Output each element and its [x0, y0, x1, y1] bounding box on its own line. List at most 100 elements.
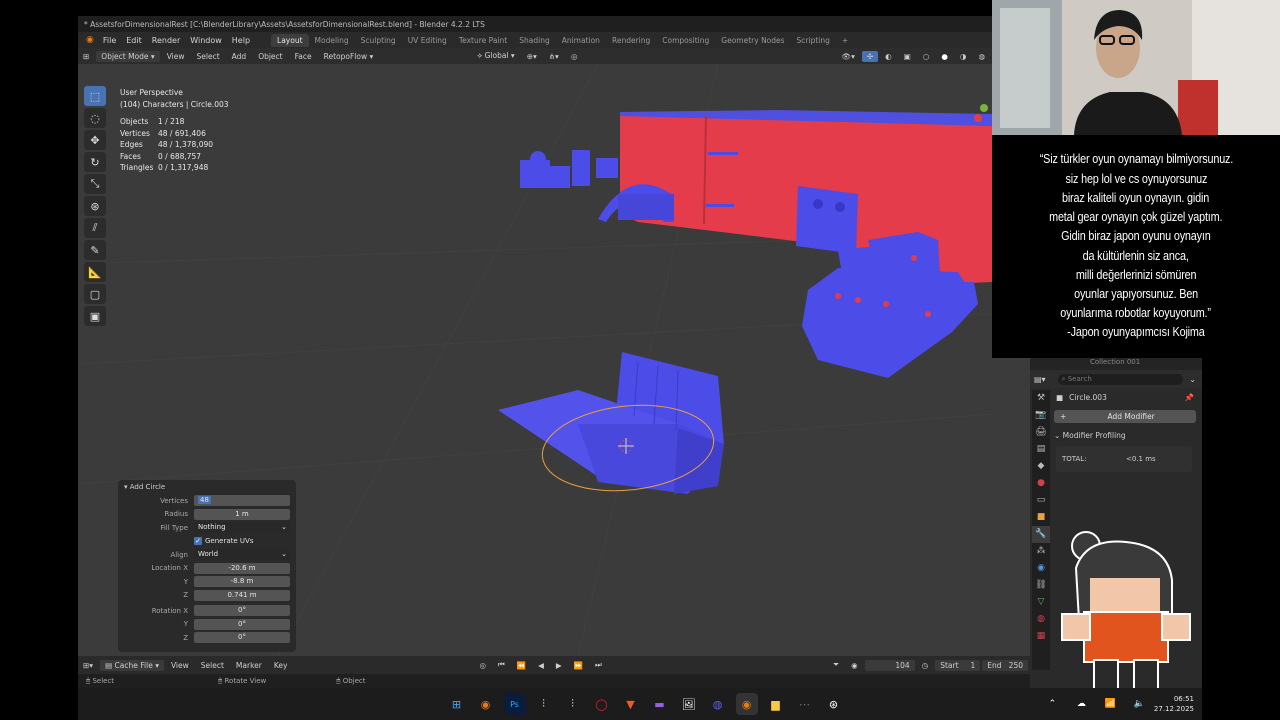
particles-tab-icon[interactable]: ⁂ [1032, 543, 1050, 560]
play-reverse-icon[interactable]: ◀ [533, 660, 549, 671]
vertices-field[interactable]: 48 [194, 495, 290, 507]
prev-key-icon[interactable]: ⏪ [512, 660, 531, 671]
tab-compositing[interactable]: Compositing [656, 34, 715, 47]
blender-logo-icon[interactable]: ◉ [82, 35, 98, 45]
add-cube-alt-icon[interactable]: ▣ [84, 306, 106, 326]
timeline-key[interactable]: Key [269, 660, 293, 671]
timeline-marker[interactable]: Marker [231, 660, 267, 671]
tab-scripting[interactable]: Scripting [791, 34, 836, 47]
object-tab-icon[interactable]: ■ [1032, 509, 1050, 526]
header-face[interactable]: Face [290, 51, 317, 62]
next-key-icon[interactable]: ⏩ [569, 660, 588, 671]
overlay-icon[interactable]: ◐ [880, 51, 897, 62]
blender-app-icon[interactable]: ◉ [475, 693, 497, 715]
modifier-profiling-header[interactable]: ⌄ Modifier Profiling [1054, 429, 1196, 442]
editor-type-icon[interactable]: ⊞ [78, 51, 94, 62]
scale-icon[interactable]: ⤡ [84, 174, 106, 194]
generate-uvs-checkbox[interactable]: ✓ Generate UVs [194, 537, 290, 546]
header-select[interactable]: Select [192, 51, 225, 62]
discord-app-icon[interactable]: ◍ [707, 693, 729, 715]
add-cube-icon[interactable]: ▢ [84, 284, 106, 304]
autokey-icon[interactable]: ◉ [846, 660, 863, 671]
nav-gizmo-y-icon[interactable] [980, 104, 988, 112]
nav-gizmo-x-icon[interactable] [974, 114, 982, 122]
menu-render[interactable]: Render [147, 36, 185, 45]
properties-editor-icon[interactable]: ▤▾ [1034, 375, 1046, 384]
properties-search-input[interactable]: ⌕ Search [1057, 373, 1184, 385]
render-tab-icon[interactable]: 📷 [1032, 407, 1050, 424]
tab-rendering[interactable]: Rendering [606, 34, 656, 47]
jump-start-icon[interactable]: ⏮ [493, 659, 510, 671]
measure-icon[interactable]: 📐 [84, 262, 106, 282]
play-icon[interactable]: ▶ [551, 660, 567, 671]
menu-edit[interactable]: Edit [121, 36, 147, 45]
tab-texture-paint[interactable]: Texture Paint [453, 34, 513, 47]
photoshop-app-icon[interactable]: Ps [503, 693, 526, 715]
menu-window[interactable]: Window [185, 36, 227, 45]
material-shading-icon[interactable]: ◑ [955, 51, 972, 62]
tab-geometry-nodes[interactable]: Geometry Nodes [715, 34, 790, 47]
solid-shading-icon[interactable]: ● [936, 51, 953, 62]
header-object[interactable]: Object [253, 51, 287, 62]
steam-app-icon[interactable]: ⊛ [823, 693, 845, 715]
pin-icon[interactable]: 📌 [1185, 393, 1202, 402]
selected-sofa-mesh[interactable] [498, 352, 724, 494]
constraints-tab-icon[interactable]: ⛓ [1032, 577, 1050, 594]
gizmo-icon[interactable]: ✣ [861, 50, 879, 62]
image-app-icon[interactable]: 🖼 [678, 693, 700, 715]
header-view[interactable]: View [162, 51, 190, 62]
add-workspace-button[interactable]: + [836, 34, 854, 47]
opera-app-icon[interactable]: ◯ [591, 693, 613, 715]
visibility-icon[interactable]: 👁▾ [837, 51, 860, 62]
record-icon[interactable]: ◎ [474, 660, 491, 671]
xray-icon[interactable]: ▣ [899, 51, 916, 62]
tab-layout[interactable]: Layout [271, 33, 309, 47]
tab-shading[interactable]: Shading [513, 34, 555, 47]
tray-chevron-icon[interactable]: ⌃ [1041, 693, 1063, 715]
location-y-field[interactable]: -8.8 m [194, 576, 290, 588]
menu-file[interactable]: File [98, 36, 121, 45]
jump-end-icon[interactable]: ⏭ [590, 659, 607, 671]
timeline-editor-icon[interactable]: ⊞▾ [78, 660, 98, 671]
volume-icon[interactable]: 🔈 [1128, 693, 1150, 715]
move-icon[interactable]: ✥ [84, 130, 106, 150]
radius-field[interactable]: 1 m [194, 508, 290, 520]
app-icon-1[interactable]: ⫶ [533, 693, 555, 715]
cache-file-select[interactable]: ▤ Cache File ▾ [100, 659, 164, 671]
operator-title[interactable]: ▾ Add Circle [118, 480, 296, 494]
menu-help[interactable]: Help [227, 36, 255, 45]
cursor-icon[interactable]: ◌ [84, 108, 106, 128]
pivot-icon[interactable]: ⊕▾ [522, 51, 542, 62]
draw-icon[interactable]: ✎ [84, 240, 106, 260]
add-modifier-button[interactable]: + Add Modifier [1054, 410, 1196, 423]
windows-start-icon[interactable]: ⊞ [446, 693, 468, 715]
header-retopoflow[interactable]: RetopoFlow ▾ [319, 51, 379, 62]
mode-select[interactable]: Object Mode ▾ [96, 50, 160, 62]
tab-modeling[interactable]: Modeling [309, 34, 355, 47]
file-explorer-icon[interactable]: ▆ [765, 693, 787, 715]
timeline-select[interactable]: Select [196, 660, 229, 671]
wireframe-shading-icon[interactable]: ○ [918, 51, 935, 62]
align-select[interactable]: World ⌄ [194, 549, 290, 561]
rotation-z-field[interactable]: 0° [194, 632, 290, 644]
timeline-view[interactable]: View [166, 660, 194, 671]
tool-tab-icon[interactable]: ⚒ [1032, 390, 1050, 407]
texture-tab-icon[interactable]: ▦ [1032, 628, 1050, 645]
start-frame-field[interactable]: Start 1 [935, 659, 981, 671]
furniture-cluster-mesh[interactable] [520, 150, 618, 188]
snap-icon[interactable]: ⋔▾ [544, 51, 564, 62]
header-add[interactable]: Add [227, 51, 252, 62]
door-panel-mesh[interactable] [796, 186, 858, 254]
transform-icon[interactable]: ⊛ [84, 196, 106, 216]
brave-app-icon[interactable]: ▼ [620, 693, 642, 715]
annotate-icon[interactable]: ⫽ [84, 218, 106, 238]
tab-sculpting[interactable]: Sculpting [355, 34, 402, 47]
current-frame-field[interactable]: 104 [864, 659, 915, 671]
output-tab-icon[interactable]: 🖨 [1032, 424, 1050, 441]
outliner-item[interactable]: Collection 001 [1030, 358, 1202, 370]
filter-icon[interactable]: ⏷ [828, 659, 844, 671]
properties-options-icon[interactable]: ⌄ [1183, 375, 1202, 384]
rotation-x-field[interactable]: 0° [194, 605, 290, 617]
proportional-icon[interactable]: ◎ [566, 51, 583, 62]
physics-tab-icon[interactable]: ◉ [1032, 560, 1050, 577]
